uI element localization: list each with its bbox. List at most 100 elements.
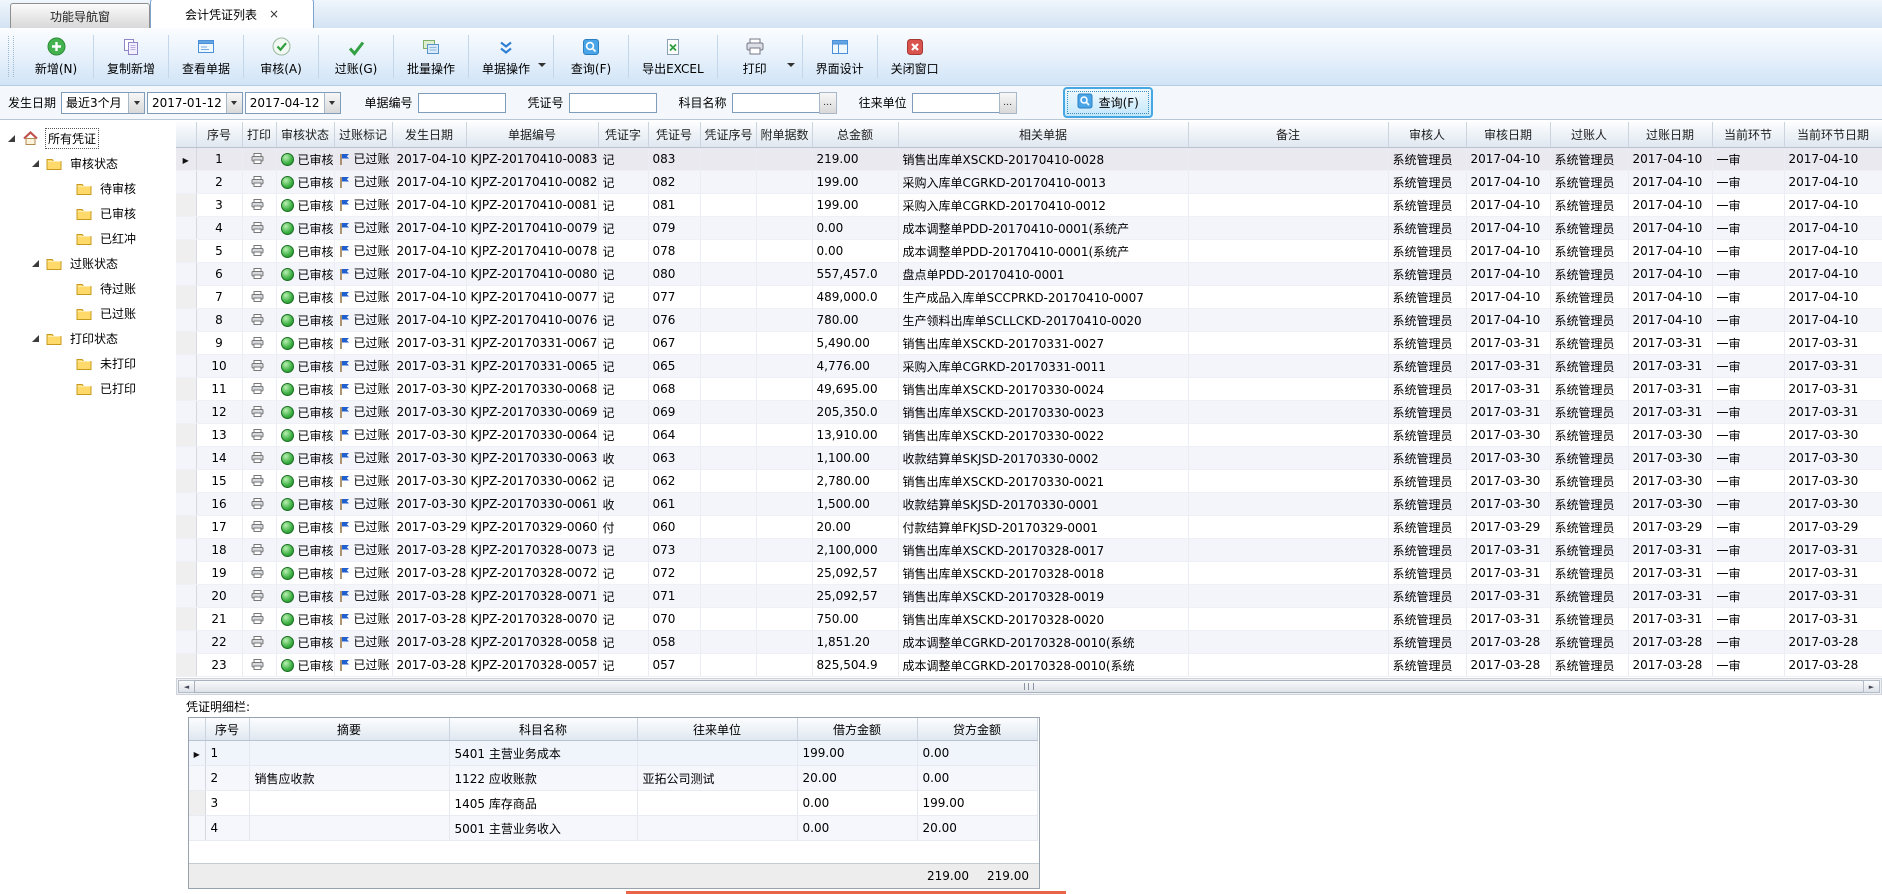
voucher-row[interactable]: 5已审核已过账2017-04-10KJPZ-20170410-0078记0780… [176, 240, 1882, 263]
toolbar-grip[interactable] [8, 36, 14, 77]
voucher-row[interactable]: 12已审核已过账2017-03-30KJPZ-20170330-0069记069… [176, 401, 1882, 424]
column-header[interactable]: 往来单位 [637, 718, 797, 741]
column-header[interactable]: 审核人 [1388, 122, 1466, 148]
horizontal-scrollbar[interactable]: ◄ ► [176, 678, 1882, 695]
tree-item-print-status[interactable]: 打印状态 [0, 326, 176, 351]
tree-item-audit-status[interactable]: 审核状态 [0, 151, 176, 176]
column-header[interactable]: 备注 [1188, 122, 1388, 148]
detail-row[interactable]: 45001 主营业务收入0.0020.00 [189, 816, 1037, 841]
voucher-row[interactable]: 17已审核已过账2017-03-29KJPZ-20170329-0060付060… [176, 516, 1882, 539]
print-button[interactable]: 打印 [719, 28, 791, 85]
column-header[interactable]: 过账标记 [334, 122, 392, 148]
column-header[interactable]: 凭证字 [598, 122, 648, 148]
post-button[interactable]: 过账(G) [320, 28, 392, 85]
column-header[interactable]: 凭证序号 [700, 122, 756, 148]
detail-row[interactable]: 2销售应收款1122 应收账款亚拓公司测试20.000.00 [189, 766, 1037, 791]
column-header[interactable]: 发生日期 [392, 122, 466, 148]
date-to-select[interactable]: 2017-04-12 [245, 92, 341, 114]
expand-icon[interactable] [32, 160, 39, 167]
tree-item-posted[interactable]: 已过账 [0, 301, 176, 326]
filter-query-button[interactable]: 查询(F) [1063, 87, 1153, 118]
voucher-row[interactable]: 9已审核已过账2017-03-31KJPZ-20170331-0067记0675… [176, 332, 1882, 355]
chevron-down-icon[interactable] [324, 93, 340, 113]
column-header[interactable]: 当前环节 [1712, 122, 1784, 148]
doc-no-input[interactable] [418, 93, 506, 113]
scroll-right-arrow[interactable]: ► [1863, 680, 1880, 693]
voucher-row[interactable]: 2已审核已过账2017-04-10KJPZ-20170410-0082记0821… [176, 171, 1882, 194]
voucher-row[interactable]: 21已审核已过账2017-03-28KJPZ-20170328-0070记070… [176, 608, 1882, 631]
column-header[interactable]: 过账人 [1550, 122, 1628, 148]
column-header[interactable]: 总金额 [812, 122, 898, 148]
column-header[interactable]: 打印 [242, 122, 276, 148]
voucher-row[interactable]: 19已审核已过账2017-03-28KJPZ-20170328-0072记072… [176, 562, 1882, 585]
voucher-row[interactable]: 18已审核已过账2017-03-28KJPZ-20170328-0073记073… [176, 539, 1882, 562]
new-button[interactable]: 新增(N) [20, 28, 92, 85]
date-from-select[interactable]: 2017-01-12 [147, 92, 243, 114]
column-header[interactable]: 相关单据 [898, 122, 1188, 148]
column-header[interactable]: 凭证号 [648, 122, 700, 148]
column-header[interactable]: 贷方金额 [917, 718, 1037, 741]
scrollbar-thumb[interactable] [194, 680, 1864, 693]
column-header[interactable]: 序号 [196, 122, 242, 148]
chevron-down-icon[interactable] [128, 93, 144, 113]
detail-row[interactable]: 31405 库存商品0.00199.00 [189, 791, 1037, 816]
chevron-down-icon[interactable] [787, 63, 795, 67]
column-header[interactable]: 审核日期 [1466, 122, 1550, 148]
export-excel-button[interactable]: 导出EXCEL [630, 28, 716, 85]
voucher-row[interactable]: 13已审核已过账2017-03-30KJPZ-20170330-0064记064… [176, 424, 1882, 447]
column-header[interactable]: 审核状态 [276, 122, 334, 148]
voucher-row[interactable]: 14已审核已过账2017-03-30KJPZ-20170330-0063收063… [176, 447, 1882, 470]
column-header[interactable]: 附单据数 [756, 122, 812, 148]
tab-function-nav[interactable]: 功能导航窗 [10, 3, 150, 28]
voucher-row[interactable]: 22已审核已过账2017-03-28KJPZ-20170328-0058记058… [176, 631, 1882, 654]
partner-lookup-button[interactable]: … [999, 92, 1017, 114]
tree-item-post-status[interactable]: 过账状态 [0, 251, 176, 276]
voucher-row[interactable]: 11已审核已过账2017-03-30KJPZ-20170330-0068记068… [176, 378, 1882, 401]
column-header[interactable]: 借方金额 [797, 718, 917, 741]
column-header[interactable] [176, 122, 196, 148]
column-header[interactable]: 单据编号 [466, 122, 598, 148]
voucher-row[interactable]: 3已审核已过账2017-04-10KJPZ-20170410-0081记0811… [176, 194, 1882, 217]
voucher-row[interactable]: 10已审核已过账2017-03-31KJPZ-20170331-0065记065… [176, 355, 1882, 378]
ui-design-button[interactable]: 界面设计 [804, 28, 876, 85]
voucher-row[interactable]: 16已审核已过账2017-03-30KJPZ-20170330-0061收061… [176, 493, 1882, 516]
tree-item-printed[interactable]: 已打印 [0, 376, 176, 401]
voucher-row[interactable]: 15已审核已过账2017-03-30KJPZ-20170330-0062记062… [176, 470, 1882, 493]
batch-ops-button[interactable]: 批量操作 [395, 28, 467, 85]
detail-row[interactable]: ▶15401 主营业务成本199.000.00 [189, 741, 1037, 766]
voucher-row[interactable]: 4已审核已过账2017-04-10KJPZ-20170410-0079记0790… [176, 217, 1882, 240]
tree-item-all-vouchers[interactable]: 所有凭证 [0, 126, 176, 151]
close-icon[interactable]: × [269, 8, 279, 20]
tab-voucher-list[interactable]: 会计凭证列表 × [150, 0, 314, 28]
view-doc-button[interactable]: 查看单据 [170, 28, 242, 85]
voucher-no-input[interactable] [569, 93, 657, 113]
column-header[interactable]: 过账日期 [1628, 122, 1712, 148]
date-preset-select[interactable]: 最近3个月 [61, 92, 145, 114]
voucher-row[interactable]: 8已审核已过账2017-04-10KJPZ-20170410-0076记0767… [176, 309, 1882, 332]
voucher-row[interactable]: 6已审核已过账2017-04-10KJPZ-20170410-0080记0805… [176, 263, 1882, 286]
column-header[interactable]: 当前环节日期 [1784, 122, 1882, 148]
audit-button[interactable]: 审核(A) [245, 28, 317, 85]
column-header[interactable]: 序号 [205, 718, 249, 741]
expand-icon[interactable] [32, 335, 39, 342]
column-header[interactable] [189, 718, 205, 741]
query-button[interactable]: 查询(F) [555, 28, 627, 85]
expand-icon[interactable] [32, 260, 39, 267]
partner-input[interactable] [912, 93, 1000, 113]
doc-ops-button[interactable]: 单据操作 [470, 28, 542, 85]
column-header[interactable]: 科目名称 [449, 718, 637, 741]
expand-icon[interactable] [8, 135, 15, 142]
voucher-row[interactable]: ▶1已审核已过账2017-04-10KJPZ-20170410-0083记083… [176, 148, 1882, 171]
copy-new-button[interactable]: 复制新增 [95, 28, 167, 85]
tree-item-audited[interactable]: 已审核 [0, 201, 176, 226]
tree-item-red-reversed[interactable]: 已红冲 [0, 226, 176, 251]
tree-item-pending-post[interactable]: 待过账 [0, 276, 176, 301]
voucher-row[interactable]: 23已审核已过账2017-03-28KJPZ-20170328-0057记057… [176, 654, 1882, 677]
voucher-row[interactable]: 20已审核已过账2017-03-28KJPZ-20170328-0071记071… [176, 585, 1882, 608]
column-header[interactable]: 摘要 [249, 718, 449, 741]
account-name-input[interactable] [732, 93, 820, 113]
tree-item-unprinted[interactable]: 未打印 [0, 351, 176, 376]
voucher-row[interactable]: 7已审核已过账2017-04-10KJPZ-20170410-0077记0774… [176, 286, 1882, 309]
scroll-left-arrow[interactable]: ◄ [178, 680, 195, 693]
account-lookup-button[interactable]: … [819, 92, 837, 114]
